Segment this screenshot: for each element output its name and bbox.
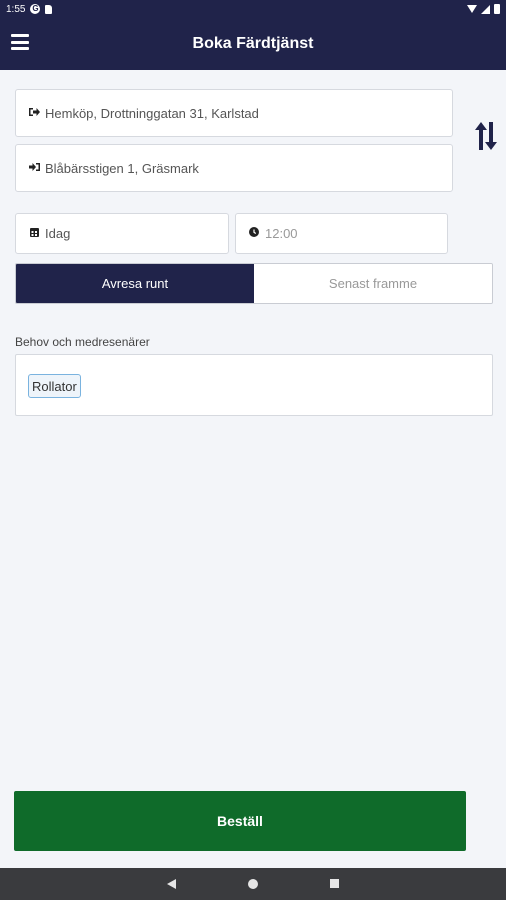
menu-icon[interactable] bbox=[11, 34, 29, 50]
recent-apps-icon[interactable] bbox=[330, 879, 339, 888]
battery-icon bbox=[494, 4, 500, 14]
date-value: Idag bbox=[45, 226, 71, 241]
from-address-field[interactable]: Hemköp, Drottninggatan 31, Karlstad bbox=[15, 89, 453, 137]
sd-card-icon bbox=[45, 4, 53, 14]
signal-icon bbox=[481, 4, 490, 14]
toggle-departure[interactable]: Avresa runt bbox=[16, 264, 254, 303]
status-bar: 1:55 G bbox=[0, 0, 506, 18]
back-icon[interactable] bbox=[167, 879, 176, 889]
sign-out-icon bbox=[28, 107, 40, 120]
from-address-value: Hemköp, Drottninggatan 31, Karlstad bbox=[45, 105, 259, 121]
to-address-field[interactable]: Blåbärsstigen 1, Gräsmark bbox=[15, 144, 453, 192]
clock-icon bbox=[248, 227, 260, 240]
needs-box[interactable]: Rollator bbox=[15, 354, 493, 416]
needs-label: Behov och medresenärer bbox=[15, 335, 150, 349]
departure-arrival-toggle: Avresa runt Senast framme bbox=[15, 263, 493, 304]
status-time: 1:55 bbox=[6, 3, 26, 15]
to-address-value: Blåbärsstigen 1, Gräsmark bbox=[45, 160, 199, 176]
date-field[interactable]: Idag bbox=[15, 213, 229, 254]
order-button[interactable]: Beställ bbox=[14, 791, 466, 851]
google-icon: G bbox=[30, 4, 41, 14]
time-placeholder: 12:00 bbox=[265, 226, 298, 241]
app-bar: Boka Färdtjänst bbox=[0, 18, 506, 70]
system-nav-bar bbox=[0, 868, 506, 900]
wifi-icon bbox=[467, 5, 477, 13]
needs-chip-rollator[interactable]: Rollator bbox=[28, 374, 81, 398]
time-field[interactable]: 12:00 bbox=[235, 213, 448, 254]
home-icon[interactable] bbox=[248, 879, 258, 889]
page-title: Boka Färdtjänst bbox=[192, 35, 314, 52]
toggle-arrival[interactable]: Senast framme bbox=[254, 264, 492, 303]
swap-vertical-icon[interactable] bbox=[473, 118, 499, 154]
calendar-icon bbox=[28, 227, 40, 240]
sign-in-icon bbox=[28, 162, 40, 175]
